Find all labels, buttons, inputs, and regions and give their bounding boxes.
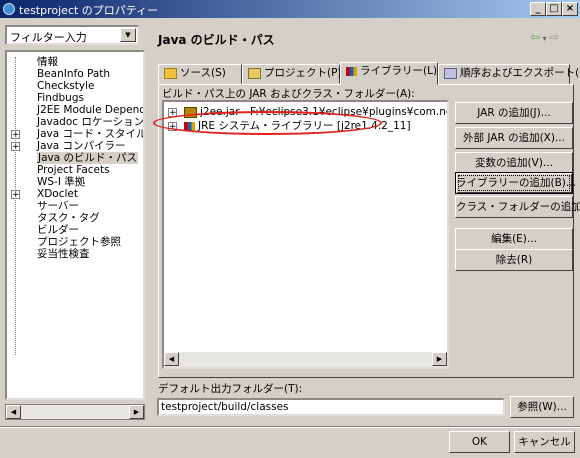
- separator: [0, 426, 580, 428]
- add-variable-button[interactable]: 変数の追加(V)...: [455, 152, 573, 174]
- tab-libraries[interactable]: ライブラリー(L): [340, 62, 438, 85]
- edit-button[interactable]: 編集(E)...: [455, 228, 573, 250]
- tree-item[interactable]: Java のビルド・パス: [37, 152, 139, 164]
- tree-item[interactable]: J2EE Module Dependen: [37, 104, 143, 116]
- add-library-button[interactable]: ライブラリーの追加(B)...: [455, 172, 576, 194]
- history-nav[interactable]: ⇦ ▾ ⇨: [530, 30, 559, 44]
- title-bar[interactable]: testproject のプロパティー _ □ ×: [0, 0, 580, 18]
- output-folder-input[interactable]: testproject/build/classes: [157, 398, 505, 416]
- tree-item[interactable]: XDoclet: [37, 188, 78, 200]
- tree-item[interactable]: サーバー: [37, 200, 79, 212]
- close-button[interactable]: ×: [562, 2, 578, 16]
- tree-item[interactable]: プロジェクト参照: [37, 236, 121, 248]
- scroll-right-icon[interactable]: ▶: [129, 405, 144, 419]
- property-tree[interactable]: 情報 BeanInfo Path Checkstyle Findbugs J2EE Mo…: [5, 50, 145, 400]
- add-external-jar-button[interactable]: 外部 JAR の追加(X)...: [455, 127, 573, 149]
- tree-item[interactable]: ビルダー: [37, 224, 79, 236]
- scroll-left-icon[interactable]: ◀: [164, 352, 179, 366]
- tree-guide-line: [15, 57, 16, 355]
- scroll-right-icon[interactable]: ▶: [432, 352, 447, 366]
- expand-icon[interactable]: +: [11, 142, 20, 152]
- folder-source-icon: [164, 67, 177, 79]
- forward-arrow-icon[interactable]: ⇨: [549, 30, 559, 44]
- tree-item[interactable]: Checkstyle: [37, 80, 94, 92]
- filter-input[interactable]: フィルター入力: [10, 29, 87, 45]
- minimize-button[interactable]: _: [530, 2, 546, 16]
- tree-item[interactable]: WS-I 準拠: [37, 176, 85, 188]
- project-icon: [248, 67, 261, 79]
- back-arrow-icon[interactable]: ⇦: [530, 30, 540, 44]
- scroll-left-icon[interactable]: ◀: [6, 405, 21, 419]
- eclipse-icon: [3, 3, 15, 15]
- remove-button[interactable]: 除去(R): [455, 249, 573, 271]
- page-title: Java のビルド・パス: [158, 33, 275, 47]
- ok-button[interactable]: OK: [449, 431, 510, 453]
- highlight-annotation: [153, 111, 382, 135]
- tree-item[interactable]: Java コンパイラー: [37, 140, 126, 152]
- chevron-down-icon[interactable]: ▼: [120, 28, 136, 42]
- tab-projects[interactable]: プロジェクト(P): [242, 64, 342, 84]
- build-path-list[interactable]: + j2ee.jar - F:¥eclipse3.1¥eclipse¥plugi…: [162, 100, 449, 369]
- tree-item[interactable]: 情報: [37, 56, 58, 68]
- expand-icon[interactable]: +: [11, 130, 20, 140]
- expand-icon[interactable]: +: [11, 190, 20, 200]
- order-export-icon: [444, 67, 457, 79]
- browse-button[interactable]: 参照(W)...: [510, 396, 574, 418]
- maximize-button[interactable]: □: [546, 2, 562, 16]
- tree-item[interactable]: タスク・タグ: [37, 212, 100, 224]
- jar-list-label: ビルド・パス上の JAR およびクラス・フォルダー(A):: [162, 88, 415, 100]
- library-icon: [346, 66, 357, 76]
- cancel-button[interactable]: キャンセル: [514, 431, 575, 453]
- output-folder-label: デフォルト出力フォルダー(T):: [158, 383, 303, 395]
- add-class-folder-button[interactable]: クラス・フォルダーの追加(F)...: [455, 196, 580, 218]
- tree-item[interactable]: 妥当性検査: [37, 248, 90, 260]
- tab-source[interactable]: ソース(S): [158, 64, 242, 84]
- tree-item[interactable]: BeanInfo Path: [37, 68, 110, 80]
- tree-item[interactable]: Java コード・スタイル: [37, 128, 143, 140]
- tree-item[interactable]: Findbugs: [37, 92, 84, 104]
- tree-horizontal-scrollbar[interactable]: ◀ ▶: [5, 404, 145, 420]
- tree-item[interactable]: Project Facets: [37, 164, 110, 176]
- list-horizontal-scrollbar[interactable]: ◀ ▶: [164, 352, 447, 367]
- window-title: testproject のプロパティー: [19, 4, 159, 17]
- tree-item[interactable]: Javadoc ロケーション: [37, 116, 143, 128]
- filter-combo[interactable]: フィルター入力 ▼: [5, 25, 139, 45]
- add-jar-button[interactable]: JAR の追加(J)...: [455, 102, 573, 124]
- tab-order-export[interactable]: 順序およびエクスポート(O): [438, 64, 580, 84]
